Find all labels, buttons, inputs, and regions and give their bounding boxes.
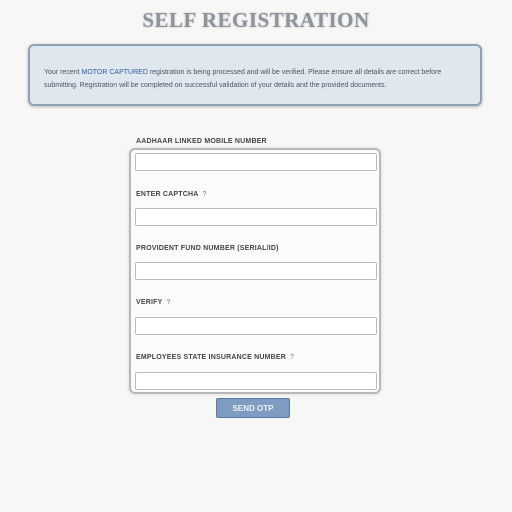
verify-label-text: VERIFY (136, 299, 163, 306)
esi-help-icon[interactable]: ? (290, 354, 294, 361)
mobile-number-input[interactable] (135, 153, 377, 171)
provident-fund-label-text: PROVIDENT FUND NUMBER (SERIAL/ID) (136, 245, 279, 252)
provident-fund-input[interactable] (135, 262, 377, 280)
notice-text-start: Your recent (44, 69, 82, 76)
captcha-label: ENTER CAPTCHA? (136, 191, 207, 198)
mobile-number-label: AADHAAR LINKED MOBILE NUMBER (136, 138, 267, 145)
registration-page: SELF REGISTRATION Your recent MOTOR CAPT… (0, 0, 512, 512)
page-title: SELF REGISTRATION (142, 8, 370, 32)
captcha-input[interactable] (135, 208, 377, 226)
provident-fund-label: PROVIDENT FUND NUMBER (SERIAL/ID) (136, 245, 279, 252)
captcha-help-icon[interactable]: ? (203, 191, 207, 198)
info-notice-box: Your recent MOTOR CAPTURED registration … (28, 44, 482, 106)
verify-label: VERIFY? (136, 299, 171, 306)
mobile-number-label-text: AADHAAR LINKED MOBILE NUMBER (136, 138, 267, 145)
esi-number-label-text: EMPLOYEES STATE INSURANCE NUMBER (136, 354, 287, 361)
verify-help-icon[interactable]: ? (166, 299, 170, 306)
esi-number-input[interactable] (135, 372, 377, 390)
esi-number-label: EMPLOYEES STATE INSURANCE NUMBER? (136, 354, 294, 361)
verify-input[interactable] (135, 317, 377, 335)
captcha-label-text: ENTER CAPTCHA (136, 191, 199, 198)
notice-highlight-link[interactable]: MOTOR CAPTURED (82, 69, 148, 76)
send-otp-button[interactable]: SEND OTP (216, 398, 290, 418)
